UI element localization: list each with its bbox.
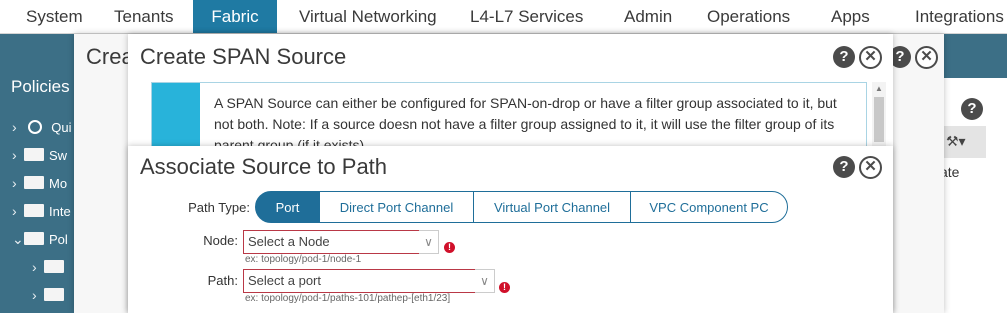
quick-start-icon (27, 120, 42, 134)
chevron-right-icon: › (12, 147, 17, 163)
tools-icon: ⚒▾ (946, 133, 966, 149)
sidebar-item-policies[interactable]: ⌄ Pol (12, 231, 68, 251)
sidebar-item-label: Sw (49, 148, 68, 163)
tab-virtual-networking[interactable]: Virtual Networking (299, 0, 437, 33)
close-icon[interactable]: ✕ (859, 156, 882, 179)
help-icon[interactable]: ? (961, 98, 983, 120)
path-hint: ex: topology/pod-1/paths-101/pathep-[eth… (245, 293, 451, 304)
sidebar-item-interfaces[interactable]: › Inte (12, 203, 71, 223)
chevron-right-icon: › (12, 203, 17, 219)
sidebar-item-label: Mo (49, 176, 68, 191)
tab-apps[interactable]: Apps (831, 0, 870, 33)
span-dialog-title: Create SPAN Source (140, 44, 347, 69)
info-text: A SPAN Source can either be configured f… (214, 95, 837, 150)
folder-icon (24, 232, 44, 245)
sidebar-item-label: Inte (49, 204, 71, 219)
chevron-right-icon: › (12, 119, 17, 135)
sidebar-item-modules[interactable]: › Mo (12, 175, 67, 195)
chevron-down-icon[interactable]: ∨ (475, 269, 495, 293)
tab-admin[interactable]: Admin (624, 0, 672, 33)
path-type-virtual-port-channel[interactable]: Virtual Port Channel (473, 191, 631, 223)
chevron-right-icon: › (12, 175, 17, 191)
folder-icon (24, 204, 44, 217)
folder-icon (44, 288, 64, 301)
tab-system[interactable]: System (26, 0, 83, 33)
close-icon[interactable]: ✕ (915, 46, 938, 69)
sidebar-subitem[interactable]: › (32, 287, 69, 307)
path-label: Path: (207, 273, 238, 288)
folder-icon (24, 148, 44, 161)
associate-dialog-title: Associate Source to Path (140, 154, 388, 179)
node-select[interactable]: Select a Node (243, 230, 421, 254)
info-bar (152, 83, 200, 149)
path-select[interactable]: Select a port (243, 269, 477, 293)
top-navigation: System Tenants Fabric Virtual Networking… (0, 0, 1007, 34)
tab-operations[interactable]: Operations (707, 0, 790, 33)
folder-icon (24, 176, 44, 189)
path-type-label: Path Type: (188, 200, 250, 215)
sidebar-item-label: Qui (51, 120, 72, 135)
sidebar-item-switches[interactable]: › Sw (12, 147, 67, 167)
chevron-right-icon: › (32, 287, 37, 303)
sidebar-item-label: Pol (49, 232, 68, 247)
tab-fabric[interactable]: Fabric (193, 0, 277, 33)
node-hint: ex: topology/pod-1/node-1 (245, 254, 362, 265)
sidebar-item-quick-start[interactable]: › Qui (12, 119, 71, 139)
path-type-vpc-component-pc[interactable]: VPC Component PC (630, 191, 788, 223)
chevron-down-icon[interactable]: ∨ (419, 230, 439, 254)
scroll-up-icon[interactable]: ▲ (875, 84, 883, 93)
path-type-port[interactable]: Port (255, 191, 320, 223)
tab-l4-l7-services[interactable]: L4-L7 Services (470, 0, 583, 33)
error-icon: ! (499, 282, 510, 293)
background-dialog-title: Crea (86, 44, 134, 69)
node-label: Node: (203, 233, 238, 248)
help-icon[interactable]: ? (833, 156, 855, 178)
path-type-direct-port-channel[interactable]: Direct Port Channel (319, 191, 474, 223)
chevron-right-icon: › (32, 259, 37, 275)
scrollbar-thumb[interactable] (874, 97, 884, 142)
folder-icon (44, 260, 64, 273)
sidebar-subitem[interactable]: › (32, 259, 69, 279)
help-icon[interactable]: ? (833, 46, 855, 68)
error-icon: ! (444, 242, 455, 253)
tab-tenants[interactable]: Tenants (114, 0, 174, 33)
tab-integrations[interactable]: Integrations (915, 0, 1004, 33)
info-box: A SPAN Source can either be configured f… (151, 82, 867, 150)
sidebar-title: Policies (11, 77, 70, 96)
close-icon[interactable]: ✕ (859, 46, 882, 69)
chevron-down-icon: ⌄ (12, 231, 24, 247)
